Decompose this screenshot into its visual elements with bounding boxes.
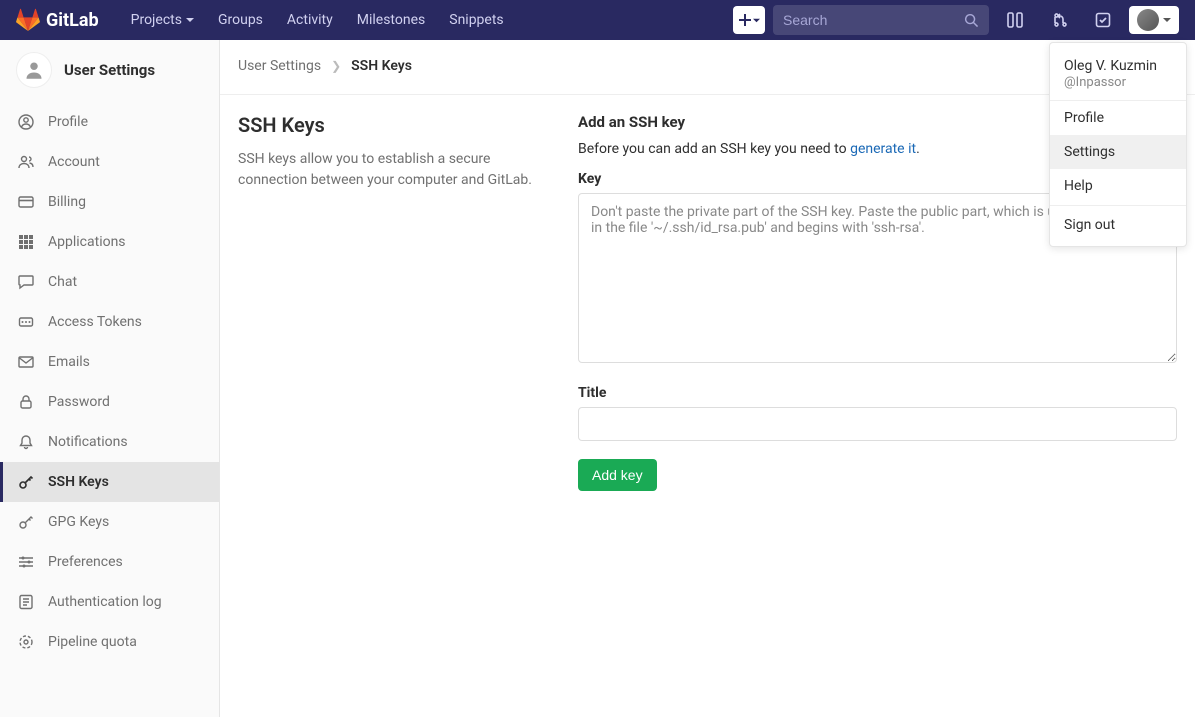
- chevron-right-icon: ❯: [331, 59, 341, 73]
- breadcrumb-current: SSH Keys: [351, 58, 412, 74]
- chevron-down-icon: [1163, 16, 1171, 24]
- user-icon: [24, 60, 44, 80]
- nav-item-milestones[interactable]: Milestones: [345, 2, 438, 38]
- title-label: Title: [578, 385, 1177, 401]
- page-title: SSH Keys: [238, 113, 548, 137]
- sidebar-item-label: Pipeline quota: [48, 634, 137, 650]
- nav-right: [733, 5, 1179, 35]
- navbar: GitLab Projects Groups Activity Mileston…: [0, 0, 1195, 40]
- divider: [1050, 205, 1186, 206]
- sidebar-header: User Settings: [0, 40, 219, 102]
- user-handle: @Inpassor: [1064, 75, 1172, 90]
- sidebar-item-label: Emails: [48, 354, 90, 370]
- chevron-down-icon: [753, 17, 760, 24]
- profile-icon: [18, 114, 34, 130]
- nav-item-snippets[interactable]: Snippets: [437, 2, 515, 38]
- user-menu-settings[interactable]: Settings: [1050, 135, 1186, 169]
- search-input[interactable]: [783, 12, 964, 28]
- page-description: SSH keys allow you to establish a secure…: [238, 149, 548, 191]
- sidebar-item-pipeline-quota[interactable]: Pipeline quota: [0, 622, 219, 662]
- sidebar-item-label: Preferences: [48, 554, 123, 570]
- nav-item-activity[interactable]: Activity: [275, 2, 345, 38]
- sidebar-item-profile[interactable]: Profile: [0, 102, 219, 142]
- sidebar-title: User Settings: [64, 61, 155, 79]
- user-menu-button[interactable]: [1129, 6, 1179, 34]
- gitlab-icon: [16, 8, 40, 32]
- sidebar-item-label: GPG Keys: [48, 514, 109, 530]
- user-menu-signout[interactable]: Sign out: [1050, 208, 1186, 242]
- account-icon: [18, 154, 34, 170]
- sidebar-item-notifications[interactable]: Notifications: [0, 422, 219, 462]
- bell-icon: [18, 434, 34, 450]
- key-icon: [18, 514, 34, 530]
- search-icon: [964, 13, 979, 28]
- sidebar-item-chat[interactable]: Chat: [0, 262, 219, 302]
- user-menu-profile[interactable]: Profile: [1050, 101, 1186, 135]
- merge-requests-icon-button[interactable]: [1041, 6, 1077, 34]
- key-icon: [18, 474, 34, 490]
- billing-icon: [18, 194, 34, 210]
- sidebar-item-label: Access Tokens: [48, 314, 142, 330]
- sidebar-item-label: Billing: [48, 194, 86, 210]
- applications-icon: [18, 234, 34, 250]
- sidebar-item-label: Applications: [48, 234, 126, 250]
- lock-icon: [18, 394, 34, 410]
- plus-icon: [739, 14, 751, 26]
- preferences-icon: [18, 554, 34, 570]
- sidebar-item-access-tokens[interactable]: Access Tokens: [0, 302, 219, 342]
- title-field-group: Title: [578, 385, 1177, 441]
- section-description: SSH Keys SSH keys allow you to establish…: [238, 113, 548, 491]
- sidebar-item-account[interactable]: Account: [0, 142, 219, 182]
- sidebar-item-preferences[interactable]: Preferences: [0, 542, 219, 582]
- sidebar-item-ssh-keys[interactable]: SSH Keys: [0, 462, 219, 502]
- todos-icon: [1095, 12, 1111, 28]
- sidebar-avatar: [16, 52, 52, 88]
- sidebar-item-auth-log[interactable]: Authentication log: [0, 582, 219, 622]
- generate-it-link[interactable]: generate it: [850, 141, 916, 157]
- user-full-name: Oleg V. Kuzmin: [1064, 57, 1172, 75]
- sidebar-item-label: SSH Keys: [48, 474, 109, 490]
- chevron-down-icon: [186, 16, 194, 24]
- log-icon: [18, 594, 34, 610]
- sidebar-item-label: Authentication log: [48, 594, 162, 610]
- gitlab-logo[interactable]: GitLab: [16, 8, 99, 32]
- sidebar-item-gpg-keys[interactable]: GPG Keys: [0, 502, 219, 542]
- sidebar-item-label: Password: [48, 394, 110, 410]
- sidebar-item-password[interactable]: Password: [0, 382, 219, 422]
- sidebar-item-label: Chat: [48, 274, 77, 290]
- nav-item-projects[interactable]: Projects: [119, 2, 206, 38]
- issues-icon-button[interactable]: [997, 6, 1033, 34]
- sidebar-item-applications[interactable]: Applications: [0, 222, 219, 262]
- email-icon: [18, 354, 34, 370]
- nav-items: Projects Groups Activity Milestones Snip…: [119, 2, 516, 38]
- sidebar-item-billing[interactable]: Billing: [0, 182, 219, 222]
- breadcrumb-parent[interactable]: User Settings: [238, 58, 321, 74]
- issues-icon: [1007, 12, 1023, 28]
- nav-item-groups[interactable]: Groups: [206, 2, 275, 38]
- sidebar-item-label: Account: [48, 154, 100, 170]
- search-box[interactable]: [773, 5, 989, 35]
- avatar: [1137, 9, 1159, 31]
- new-dropdown-button[interactable]: [733, 6, 765, 34]
- user-menu-header: Oleg V. Kuzmin @Inpassor: [1050, 47, 1186, 101]
- brand-name: GitLab: [46, 10, 99, 31]
- merge-request-icon: [1051, 12, 1067, 28]
- title-input[interactable]: [578, 407, 1177, 441]
- user-menu-help[interactable]: Help: [1050, 169, 1186, 203]
- sidebar: User Settings Profile Account Billing Ap…: [0, 40, 220, 717]
- token-icon: [18, 314, 34, 330]
- pipeline-icon: [18, 634, 34, 650]
- layout: User Settings Profile Account Billing Ap…: [0, 40, 1195, 717]
- sidebar-item-label: Profile: [48, 114, 88, 130]
- sidebar-item-emails[interactable]: Emails: [0, 342, 219, 382]
- todos-icon-button[interactable]: [1085, 6, 1121, 34]
- add-key-button[interactable]: Add key: [578, 459, 657, 491]
- chat-icon: [18, 274, 34, 290]
- user-dropdown-menu: Oleg V. Kuzmin @Inpassor Profile Setting…: [1049, 42, 1187, 247]
- sidebar-item-label: Notifications: [48, 434, 128, 450]
